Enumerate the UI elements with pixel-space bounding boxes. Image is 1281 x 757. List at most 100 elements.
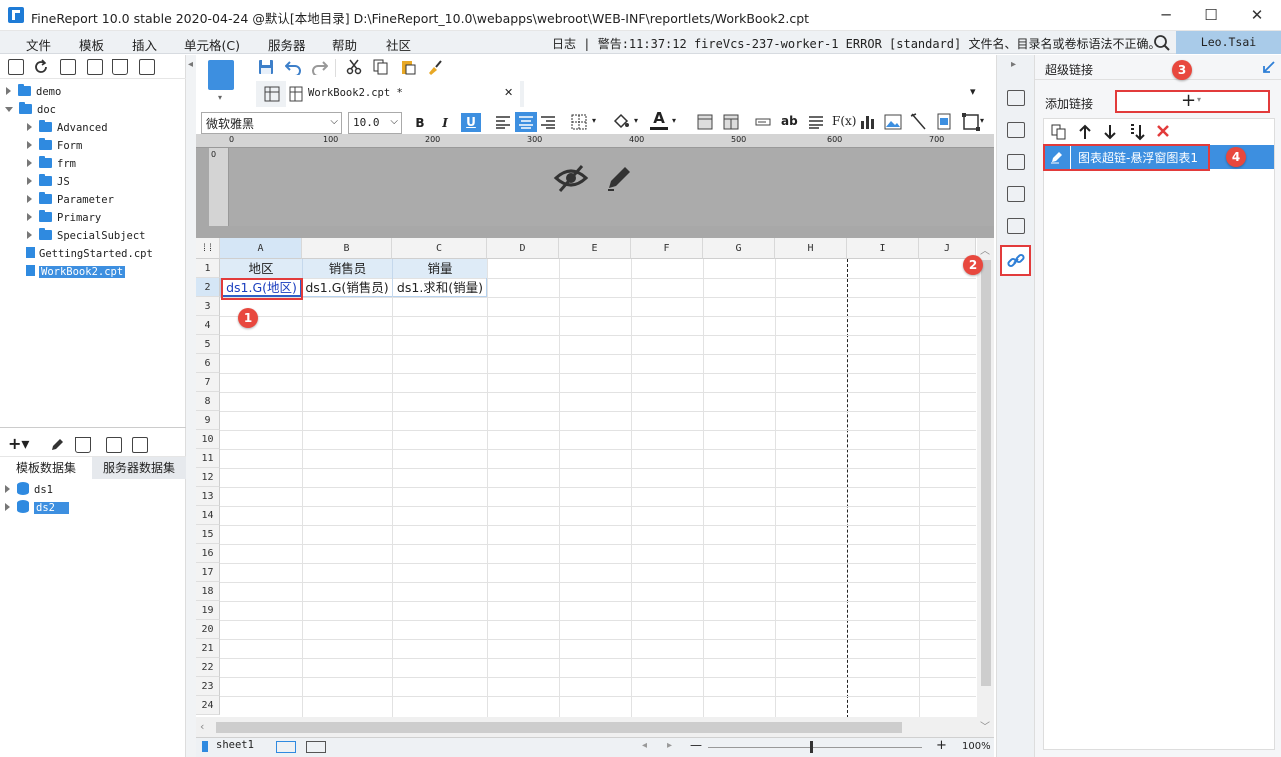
image-icon[interactable]	[884, 114, 902, 130]
copy-icon[interactable]	[139, 59, 155, 75]
close-button[interactable]: ✕	[1245, 4, 1269, 26]
cell-attribute-icon[interactable]	[1007, 122, 1025, 138]
add-report-sheet-icon[interactable]	[306, 741, 326, 753]
scroll-up-icon[interactable]: ︿	[980, 242, 990, 257]
dataset-settings-icon[interactable]	[132, 437, 148, 453]
collapse-icon[interactable]	[5, 107, 13, 112]
tree-item-primary[interactable]: Primary	[27, 210, 101, 226]
tree-item-advanced[interactable]: Advanced	[27, 120, 108, 136]
menu-server[interactable]: 服务器	[268, 35, 306, 54]
font-name-select[interactable]: 微软雅黑 ⌵	[201, 112, 342, 134]
format-painter-icon[interactable]	[427, 59, 443, 75]
row-header[interactable]: 9	[196, 411, 220, 430]
text-wrap-button[interactable]: ab	[781, 114, 798, 128]
column-header[interactable]: C	[392, 238, 487, 259]
row-header[interactable]: 18	[196, 582, 220, 601]
widget-settings-icon[interactable]	[1007, 186, 1025, 202]
column-header[interactable]: D	[487, 238, 559, 259]
row-header[interactable]: 20	[196, 620, 220, 639]
row-header[interactable]: 23	[196, 677, 220, 696]
row-header[interactable]: 16	[196, 544, 220, 563]
vertical-scroll-thumb[interactable]	[981, 260, 991, 686]
text-field-icon[interactable]	[755, 116, 771, 128]
horizontal-scroll-thumb[interactable]	[216, 722, 902, 733]
dataset-item-ds1[interactable]: ds1	[5, 482, 53, 498]
move-down-icon[interactable]	[1104, 124, 1116, 140]
expand-icon[interactable]	[27, 195, 32, 203]
move-up-icon[interactable]	[1079, 124, 1091, 140]
tree-item-parameter[interactable]: Parameter	[27, 192, 114, 208]
user-name[interactable]: Leo.Tsai	[1176, 31, 1281, 54]
row-header[interactable]: 2	[196, 278, 220, 297]
row-header[interactable]: 3	[196, 297, 220, 316]
tree-item-doc[interactable]: doc	[5, 102, 56, 118]
cell-C1[interactable]: 销量	[392, 259, 487, 278]
row-header[interactable]: 10	[196, 430, 220, 449]
row-header[interactable]: 17	[196, 563, 220, 582]
horizontal-scrollbar[interactable]: ‹	[196, 717, 977, 738]
copy-link-icon[interactable]	[1051, 124, 1067, 140]
zoom-in-button[interactable]: +	[936, 738, 947, 753]
tab-template-dataset[interactable]: 模板数据集	[0, 457, 92, 479]
template-type-icon[interactable]	[208, 60, 234, 90]
chevron-down-icon[interactable]: ▾	[592, 116, 596, 125]
cell-A1[interactable]: 地区	[220, 259, 302, 278]
column-header[interactable]: E	[559, 238, 631, 259]
select-all-corner[interactable]: ⁞⁞	[196, 238, 220, 259]
zoom-out-button[interactable]: —	[690, 738, 702, 752]
underline-button[interactable]: U	[461, 113, 481, 132]
dataset-item-ds2[interactable]: ds2	[5, 500, 69, 516]
row-header[interactable]: 5	[196, 335, 220, 354]
merge-cells-icon[interactable]	[697, 114, 713, 130]
expand-icon[interactable]	[27, 159, 32, 167]
close-tab-icon[interactable]: ✕	[504, 86, 513, 99]
hide-form-icon[interactable]	[553, 162, 589, 194]
float-element-attr-icon[interactable]	[1007, 154, 1025, 170]
delete-dataset-icon[interactable]	[75, 437, 91, 453]
tree-item-workbook2[interactable]: WorkBook2.cpt	[26, 264, 126, 280]
row-header[interactable]: 15	[196, 525, 220, 544]
chart-icon[interactable]	[859, 114, 875, 130]
minimize-button[interactable]: ─	[1154, 4, 1178, 26]
expand-icon[interactable]	[27, 213, 32, 221]
row-header[interactable]: 8	[196, 392, 220, 411]
chevron-down-icon[interactable]: ▾	[634, 116, 638, 125]
template-type-dropdown-icon[interactable]: ▾	[218, 93, 222, 102]
border-icon[interactable]	[571, 114, 587, 130]
tree-item-gettingstarted[interactable]: GettingStarted.cpt	[26, 246, 153, 262]
menu-cell[interactable]: 单元格(C)	[184, 35, 240, 54]
row-header[interactable]: 24	[196, 696, 220, 715]
row-header[interactable]: 6	[196, 354, 220, 373]
zoom-slider-handle[interactable]	[810, 741, 813, 753]
expand-icon[interactable]	[27, 141, 32, 149]
template-info-icon[interactable]	[60, 59, 76, 75]
log-status[interactable]: 日志 | 警告:11:37:12 fireVcs-237-worker-1 ER…	[552, 35, 1161, 52]
row-header[interactable]: 12	[196, 468, 220, 487]
slash-icon[interactable]	[910, 113, 926, 130]
scroll-down-icon[interactable]: ﹀	[980, 718, 990, 733]
add-link-button[interactable]: + ▾	[1115, 90, 1270, 113]
align-right-icon[interactable]	[540, 115, 556, 129]
undo-icon[interactable]	[285, 59, 301, 75]
cell-element-icon[interactable]	[1007, 90, 1025, 106]
cell-C2[interactable]: ds1.求和(销量)	[392, 278, 487, 297]
column-header[interactable]: I	[847, 238, 919, 259]
formula-button[interactable]: F(x)	[832, 114, 856, 128]
menu-community[interactable]: 社区	[386, 35, 411, 54]
expand-icon[interactable]	[27, 177, 32, 185]
cell-B2[interactable]: ds1.G(销售员)	[302, 278, 392, 297]
collapse-left-icon[interactable]: ◂	[188, 59, 193, 70]
menu-file[interactable]: 文件	[26, 35, 51, 54]
row-header[interactable]: 21	[196, 639, 220, 658]
expand-icon[interactable]	[27, 123, 32, 131]
tree-item-form[interactable]: Form	[27, 138, 82, 154]
new-folder-icon[interactable]	[8, 59, 24, 75]
save-icon[interactable]	[258, 59, 274, 75]
align-center-button[interactable]	[515, 112, 537, 132]
cut-icon[interactable]	[346, 59, 362, 75]
preview-dataset-icon[interactable]	[106, 437, 122, 453]
prev-sheet-icon[interactable]: ◂	[642, 740, 647, 751]
row-header[interactable]: 11	[196, 449, 220, 468]
row-header[interactable]: 7	[196, 373, 220, 392]
condition-attribute-icon[interactable]	[1007, 218, 1025, 234]
